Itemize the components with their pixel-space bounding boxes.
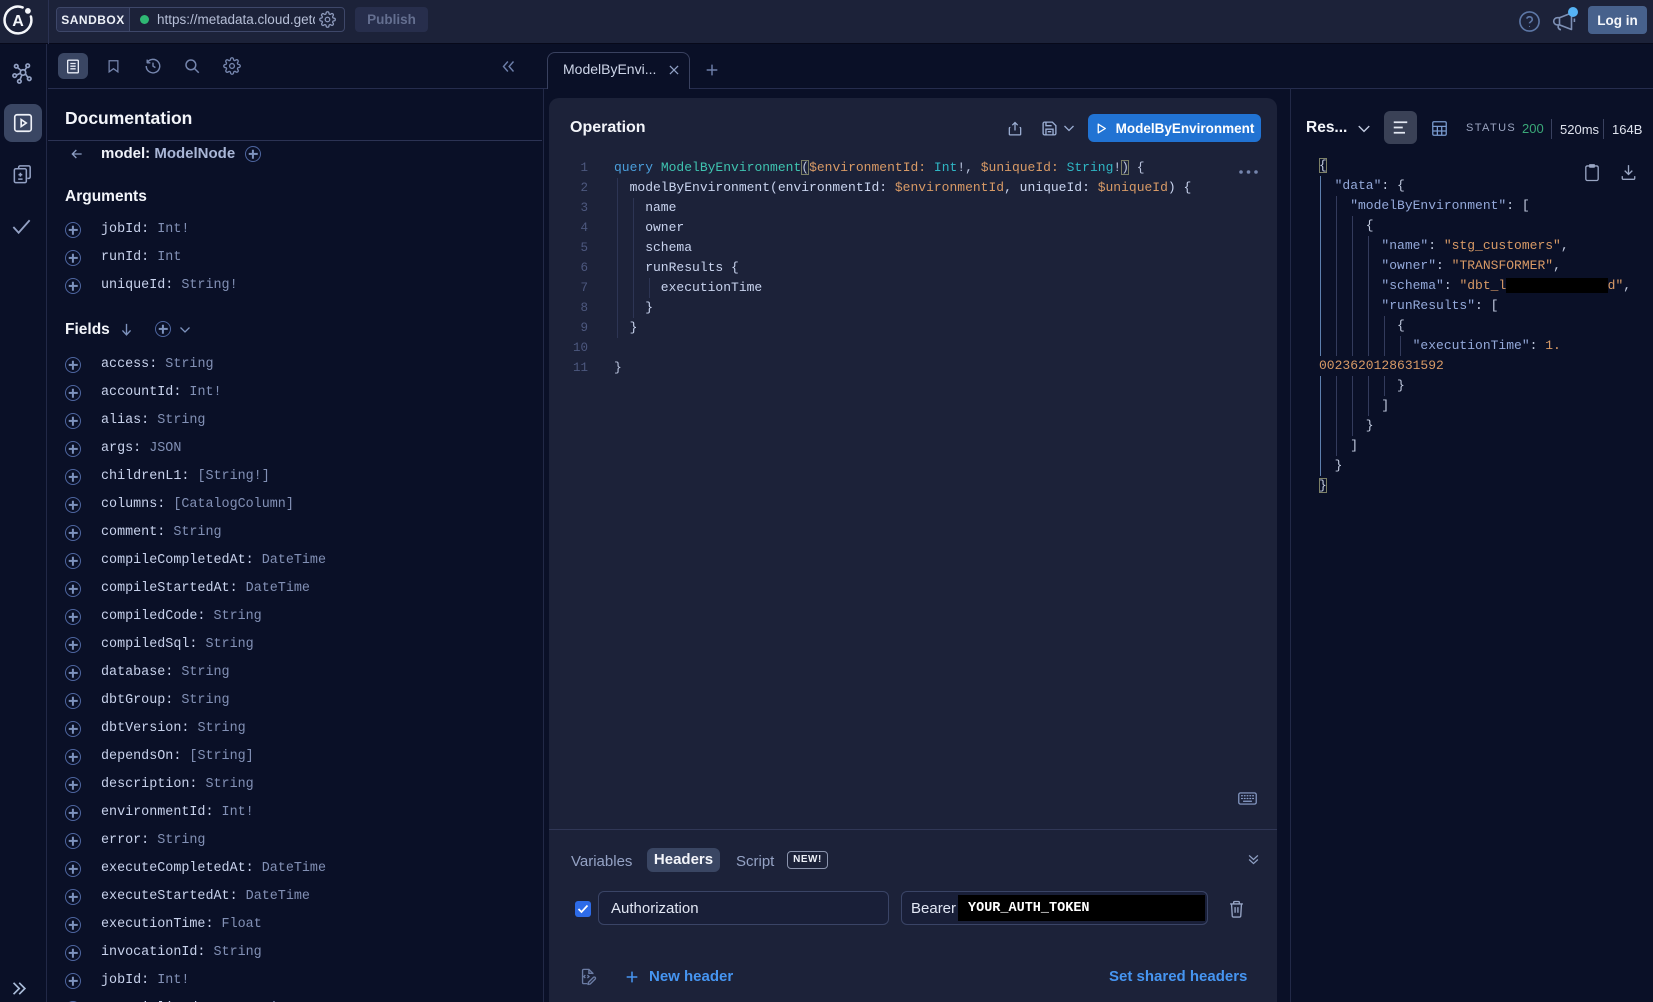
svg-text:A: A bbox=[12, 13, 24, 30]
